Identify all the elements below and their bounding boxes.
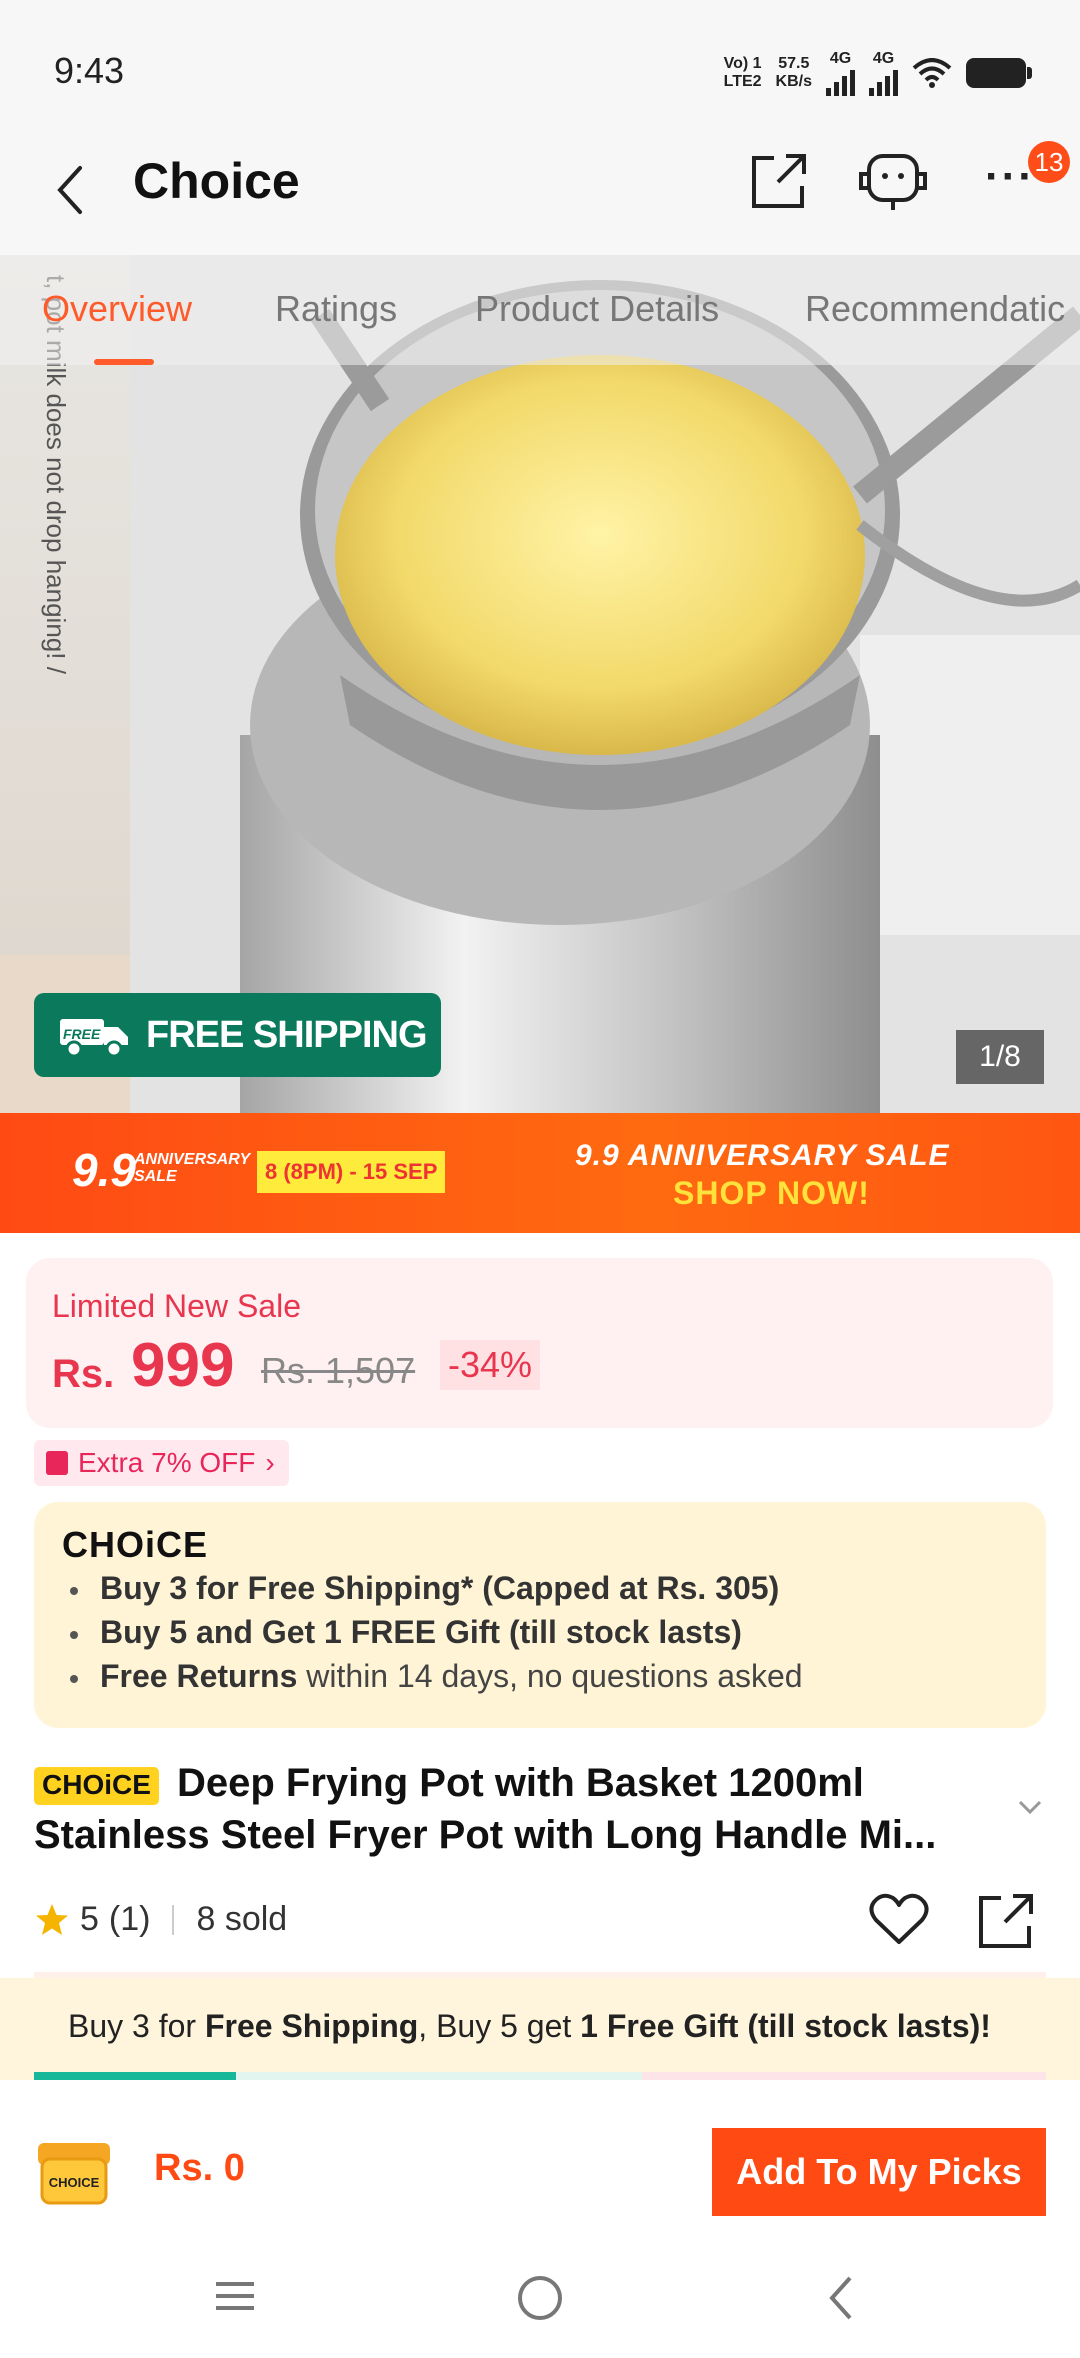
original-price: Rs. 1,507 [261, 1350, 416, 1391]
add-to-picks-button[interactable]: Add To My Picks [712, 2128, 1046, 2216]
bundle-offer-bar[interactable]: Buy 3 for Free Shipping, Buy 5 get 1 Fre… [0, 1978, 1080, 2080]
volte-indicator: Vo) 1 LTE2 [723, 55, 762, 90]
choice-benefits[interactable]: CHOiCE Buy 3 for Free Shipping* (Capped … [34, 1502, 1046, 1728]
wifi-icon [912, 58, 952, 88]
net-speed: 57.5 KB/s [775, 55, 812, 90]
progress-track [236, 2072, 642, 2080]
system-nav-bar [0, 2240, 1080, 2358]
status-time: 9:43 [54, 50, 125, 91]
discount-badge: -34% [440, 1340, 541, 1390]
free-shipping-badge: FREE FREE SHIPPING [34, 993, 441, 1077]
promo-headline: 9.9 ANNIVERSARY SALE [575, 1139, 950, 1172]
status-bar: 9:43 Vo) 1 LTE2 57.5 KB/s 4G 4G [0, 0, 1080, 130]
tab-recommendations[interactable]: Recommendatic [805, 288, 1065, 330]
image-counter: 1/8 [956, 1030, 1044, 1084]
sold-count: 8 sold [196, 1900, 288, 1938]
promo-cta[interactable]: SHOP NOW! [673, 1175, 870, 1212]
chevron-right-icon: › [265, 1447, 275, 1478]
tab-product-details[interactable]: Product Details [475, 288, 719, 330]
rating-value: 5 [80, 1900, 99, 1938]
benefit-item: Buy 5 and Get 1 FREE Gift (till stock la… [70, 1614, 742, 1651]
page-title: Choice [133, 153, 300, 209]
benefit-item: Free Returns within 14 days, no question… [70, 1658, 803, 1695]
top-nav: Choice ··· 13 [0, 130, 1080, 255]
tab-ratings[interactable]: Ratings [275, 288, 397, 330]
back-icon[interactable] [826, 2274, 856, 2322]
promo-logo: 9.9 [72, 1144, 136, 1196]
svg-text:FREE: FREE [63, 1026, 101, 1042]
recent-apps-icon[interactable] [214, 2280, 256, 2312]
notification-badge: 13 [1028, 141, 1070, 183]
divider [172, 1904, 175, 1935]
choice-cart-icon[interactable]: CHOICE [32, 2135, 116, 2211]
benefit-item: Buy 3 for Free Shipping* (Capped at Rs. … [70, 1570, 779, 1607]
sale-label: Limited New Sale [52, 1288, 301, 1324]
share-icon[interactable] [748, 150, 810, 212]
signal-icon: 4G [826, 50, 855, 96]
extra-discount-coupon[interactable]: Extra 7% OFF › [34, 1440, 289, 1486]
status-indicators: Vo) 1 LTE2 57.5 KB/s 4G 4G [723, 50, 1032, 96]
promo-logo-sub: ANNIVERSARY SALE [134, 1151, 251, 1185]
tab-overview[interactable]: Overview [42, 288, 192, 330]
rating-count: (1) [108, 1900, 151, 1938]
price-card: Limited New Sale Rs. 999 Rs. 1,507 -34% [26, 1258, 1053, 1428]
rating-row[interactable]: 5 (1) 8 sold [34, 1900, 287, 1939]
progress-fill [34, 2072, 236, 2080]
section-tabs: Overview Ratings Product Details Recomme… [0, 255, 1080, 365]
bundle-offer-text: Buy 3 for Free Shipping, Buy 5 get 1 Fre… [68, 2008, 991, 2044]
star-icon [36, 1903, 68, 1935]
free-shipping-label: FREE SHIPPING [146, 1013, 427, 1056]
back-arrow-icon[interactable] [50, 160, 90, 220]
signal-icon: 4G [869, 50, 898, 96]
product-image[interactable]: t, pot milk does not drop hanging! / [0, 255, 1080, 1113]
current-price: 999 [131, 1331, 235, 1400]
bottom-action-bar: CHOICE Rs. 0 Add To My Picks [0, 2100, 1080, 2240]
price-currency: Rs. [52, 1352, 115, 1396]
home-icon[interactable] [518, 2276, 562, 2320]
coupon-label: Extra 7% OFF [78, 1447, 256, 1478]
coupon-icon [46, 1451, 68, 1475]
truck-icon: FREE [60, 1019, 128, 1058]
progress-track [642, 2072, 1046, 2080]
promo-banner[interactable]: 9.9 ANNIVERSARY SALE 8 (8PM) - 15 SEP 9.9… [0, 1113, 1080, 1233]
picks-total: Rs. 0 [154, 2147, 245, 2189]
active-tab-indicator [94, 359, 154, 365]
choice-tag: CHOiCE [34, 1767, 159, 1805]
promo-date-range: 8 (8PM) - 15 SEP [257, 1151, 446, 1193]
product-title[interactable]: Deep Frying Pot with Basket 1200ml Stain… [34, 1757, 1034, 1861]
fryer-pot-illustration [0, 255, 1080, 1113]
chevron-down-icon[interactable] [1016, 1797, 1044, 1817]
svg-text:CHOICE: CHOICE [49, 2175, 100, 2190]
bundle-progress-bar [34, 2072, 1046, 2080]
heart-icon[interactable] [868, 1890, 930, 1948]
customer-support-icon[interactable] [855, 148, 931, 214]
choice-logo: CHOiCE [62, 1524, 209, 1565]
share-icon[interactable] [975, 1890, 1037, 1952]
battery-icon [966, 58, 1032, 88]
